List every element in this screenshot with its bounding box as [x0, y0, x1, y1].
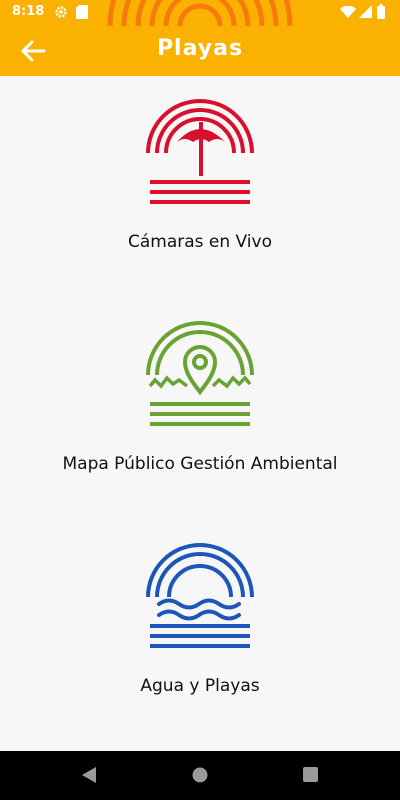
- sun-water-waves-icon: [146, 543, 254, 648]
- cellular-signal-icon: [359, 5, 372, 18]
- home-circle-icon[interactable]: [192, 767, 208, 783]
- status-time: 8:18: [12, 4, 45, 19]
- status-bar: 8:18: [0, 0, 400, 26]
- back-triangle-icon[interactable]: [82, 767, 96, 783]
- page-title: Playas: [156, 36, 244, 61]
- menu-item-mapa-publico[interactable]: Mapa Público Gestión Ambiental: [0, 320, 400, 474]
- menu-item-label: Cámaras en Vivo: [127, 232, 272, 252]
- menu-item-agua-y-playas[interactable]: Agua y Playas: [0, 542, 400, 696]
- sd-card-icon: [76, 5, 88, 19]
- beach-umbrella-icon: [146, 99, 254, 204]
- battery-icon: [377, 4, 385, 19]
- menu-item-label: Mapa Público Gestión Ambiental: [62, 454, 338, 474]
- recents-square-icon[interactable]: [303, 767, 318, 782]
- gear-icon: [55, 6, 67, 18]
- menu-item-camaras-en-vivo[interactable]: Cámaras en Vivo: [0, 98, 400, 252]
- map-pin-landscape-icon: [146, 321, 254, 426]
- system-nav-bar: [0, 751, 400, 800]
- menu-list: Cámaras en Vivo Mapa Público Gestión Amb…: [0, 76, 400, 751]
- menu-item-label: Agua y Playas: [140, 676, 260, 696]
- wifi-icon: [340, 6, 356, 18]
- app-bar: Playas: [0, 26, 400, 76]
